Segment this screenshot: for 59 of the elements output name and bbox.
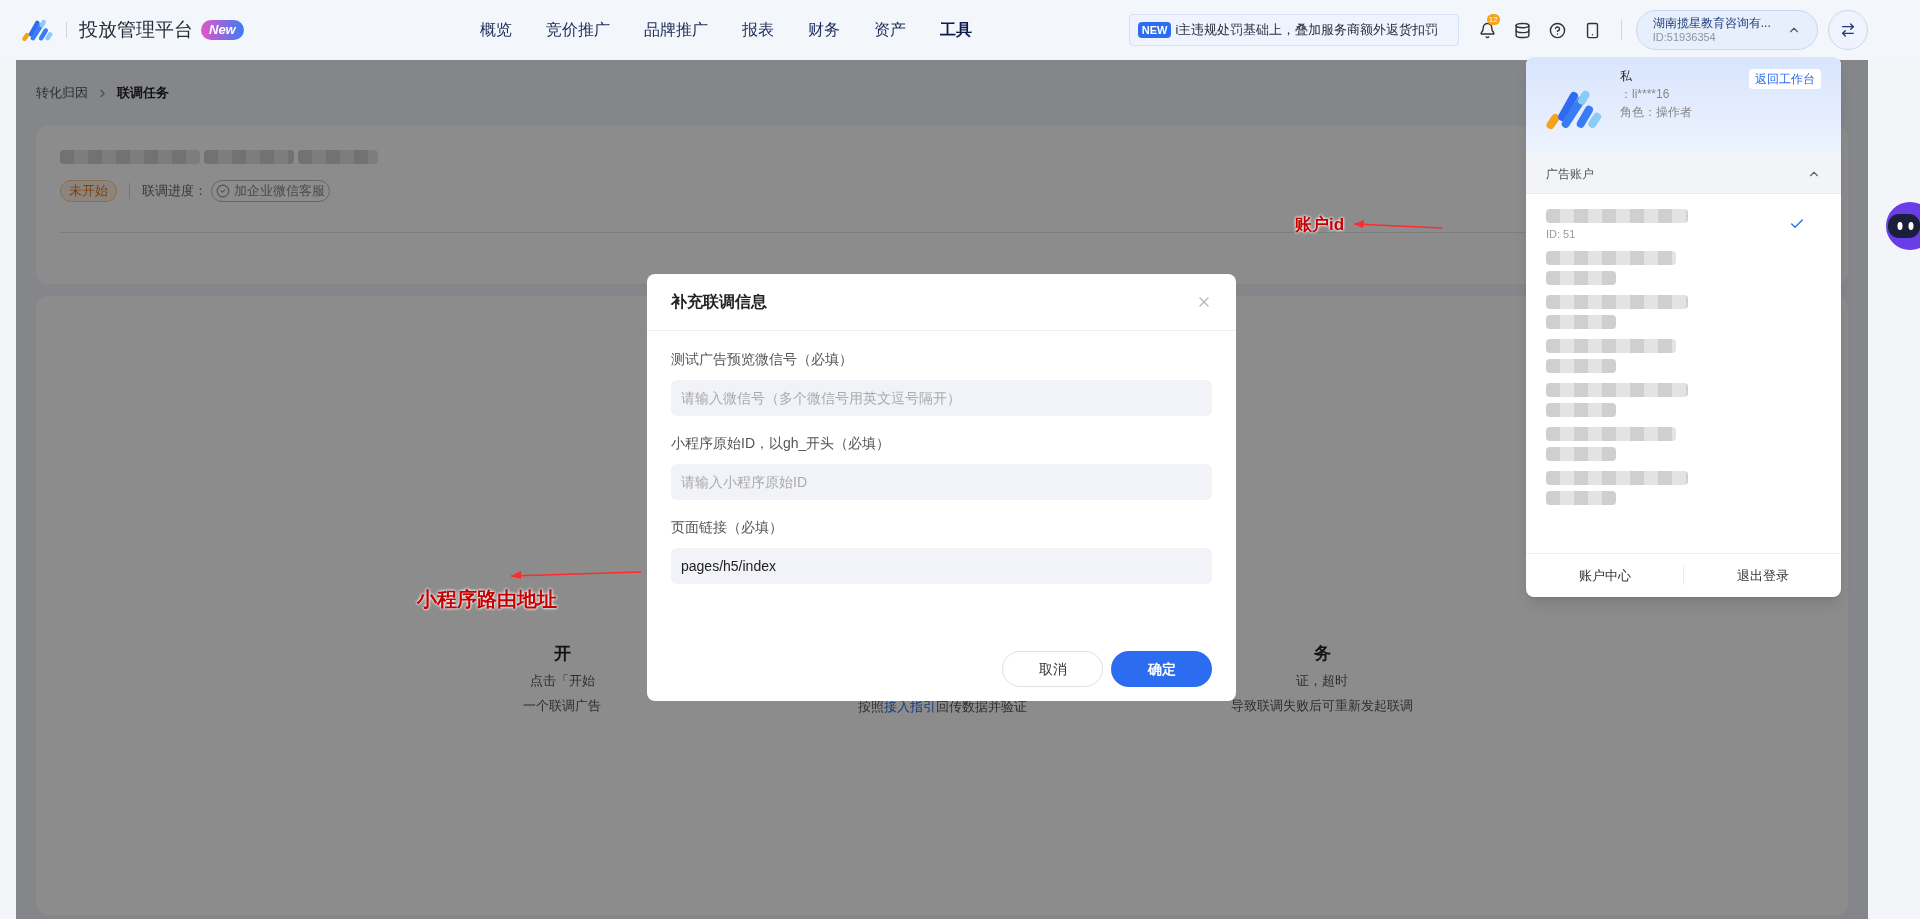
section-header[interactable]: 广告账户: [1526, 154, 1841, 194]
nav-tab[interactable]: 工具: [939, 18, 972, 42]
redacted-block: [1546, 359, 1616, 373]
notification-count: 12: [1486, 13, 1500, 25]
step-text: 导致联调失败后可重新发起联调: [1231, 696, 1413, 715]
back-to-workbench-button[interactable]: 返回工作台: [1749, 69, 1821, 89]
field-label: 小程序原始ID，以gh_开头（必填）: [671, 434, 892, 453]
switch-button[interactable]: [1827, 10, 1868, 50]
notice-bar[interactable]: NEW i主违规处罚基础上，叠加服务商额外返货扣罚: [1128, 14, 1459, 46]
dialog-title: 补充联调信息: [671, 292, 767, 312]
status-tag: 未开始: [60, 180, 117, 202]
nav-tab[interactable]: 财务: [807, 18, 840, 42]
nav-tab[interactable]: 报表: [741, 18, 774, 42]
notice-text: i主违规处罚基础上，叠加服务商额外返货扣罚: [1175, 21, 1439, 40]
progress-label: 联调进度：: [142, 182, 207, 200]
swap-icon: [1839, 22, 1856, 38]
logo-icon: [1546, 89, 1604, 130]
step-title: 务: [1313, 643, 1331, 665]
account-id: ID: 51: [1546, 228, 1577, 240]
redacted-block: [1546, 403, 1616, 417]
input-field[interactable]: 请输入微信号（多个微信号用英文逗号隔开）: [671, 380, 1212, 416]
step-text: 按照接入指引 回传数据并验证: [857, 698, 1027, 716]
login-name: ：li****16: [1620, 87, 1671, 102]
nav-tab[interactable]: 资产: [873, 18, 906, 42]
annotation-label: 小程序路由地址: [417, 587, 558, 612]
annotation-label: 账户id: [1295, 214, 1345, 236]
step-text: 证，超时: [1296, 672, 1348, 690]
new-tag: NEW: [1137, 21, 1172, 39]
field-label: 页面链接（必填）: [671, 518, 784, 537]
logo-icon: [22, 18, 54, 42]
field-label: 测试广告预览微信号（必填）: [671, 350, 854, 369]
coins-icon[interactable]: [1513, 21, 1531, 39]
breadcrumb-item[interactable]: 联调任务: [117, 83, 169, 103]
check-circle-icon: [216, 183, 230, 198]
account-switcher[interactable]: 湖南揽星教育咨询有... ID:51936354: [1635, 10, 1818, 50]
account-id: ID:51936354: [1652, 30, 1717, 45]
app-title: 投放管理平台: [79, 17, 193, 42]
redacted-block: [1546, 315, 1616, 329]
nav-tab[interactable]: 竞价推广: [545, 18, 610, 42]
input-field[interactable]: pages/h5/index: [671, 548, 1212, 584]
redacted-block: [1546, 447, 1616, 461]
input-field[interactable]: 请输入小程序原始ID: [671, 464, 1212, 500]
nav-tab[interactable]: 概览: [479, 18, 512, 42]
new-badge: New: [201, 20, 244, 40]
user-name: 私: [1620, 69, 1633, 84]
breadcrumb-item[interactable]: 转化归因: [36, 83, 88, 103]
step-text: 点击「开始: [529, 672, 595, 690]
user-role: 角色：操作者: [1620, 105, 1692, 120]
confirm-button[interactable]: 确定: [1111, 651, 1212, 687]
cancel-button[interactable]: 取消: [1002, 651, 1103, 687]
menu-footer-link[interactable]: 退出登录: [1683, 565, 1841, 586]
redacted-block: [1546, 271, 1616, 285]
help-icon[interactable]: [1548, 21, 1566, 39]
redacted-block: [1546, 491, 1616, 505]
nav-tab[interactable]: 品牌推广: [643, 18, 708, 42]
menu-footer-link[interactable]: 账户中心: [1526, 565, 1683, 586]
step-title: 开: [553, 643, 571, 665]
bell-icon[interactable]: [1478, 21, 1496, 39]
account-name: 湖南揽星教育咨询有...: [1652, 15, 1772, 31]
